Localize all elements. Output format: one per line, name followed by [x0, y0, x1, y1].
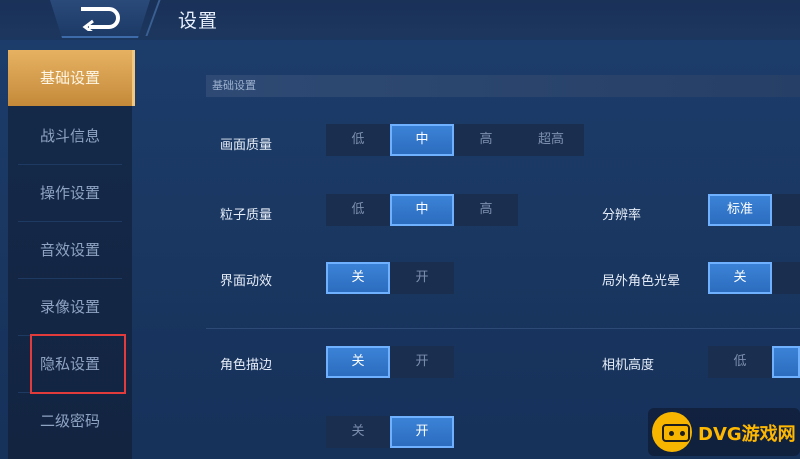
character-outline-on[interactable]: 开 — [390, 346, 454, 378]
sidebar-item-controls[interactable]: 操作设置 — [8, 165, 132, 221]
picture-quality-low[interactable]: 低 — [326, 124, 390, 156]
camera-height-selector: 低 — [708, 346, 800, 378]
ui-animation-off[interactable]: 关 — [326, 262, 390, 294]
ui-animation-toggle: 关 开 — [326, 262, 454, 294]
particle-quality-high[interactable]: 高 — [454, 194, 518, 226]
camera-height-label: 相机高度 — [602, 358, 655, 373]
resolution-next[interactable] — [772, 194, 800, 226]
sidebar-item-replay[interactable]: 录像设置 — [8, 279, 132, 335]
picture-quality-ultra[interactable]: 超高 — [518, 124, 584, 156]
particle-quality-label: 粒子质量 — [220, 208, 273, 223]
character-outline-toggle: 关 开 — [326, 346, 454, 378]
settings-panel: 基础设置 画面质量 低 中 高 超高 粒子质量 低 中 高 分辨率 标准 界面动… — [158, 40, 800, 459]
particle-quality-low[interactable]: 低 — [326, 194, 390, 226]
camera-height-low[interactable]: 低 — [708, 346, 772, 378]
sidebar-item-sound[interactable]: 音效设置 — [8, 222, 132, 278]
resolution-label: 分辨率 — [602, 208, 642, 223]
picture-quality-label: 画面质量 — [220, 138, 273, 153]
outfield-halo-on[interactable] — [772, 262, 800, 294]
ui-animation-label: 界面动效 — [220, 274, 273, 289]
camera-height-next[interactable] — [772, 346, 800, 378]
top-bar: 设置 — [0, 0, 800, 40]
row5-off[interactable]: 关 — [326, 416, 390, 448]
row5-toggle: 关 开 — [326, 416, 454, 448]
sidebar-item-battle-info[interactable]: 战斗信息 — [8, 108, 132, 164]
outfield-halo-toggle: 关 — [708, 262, 800, 294]
particle-quality-selector: 低 中 高 — [326, 194, 518, 226]
sidebar-item-secondary-password[interactable]: 二级密码 — [8, 393, 132, 449]
back-arrow-icon — [81, 7, 120, 31]
section-header: 基础设置 — [206, 75, 800, 97]
picture-quality-mid[interactable]: 中 — [390, 124, 454, 156]
gamepad-logo-icon — [652, 412, 692, 452]
character-outline-off[interactable]: 关 — [326, 346, 390, 378]
outfield-halo-off[interactable]: 关 — [708, 262, 772, 294]
watermark: DVG游戏网 — [648, 408, 800, 456]
privacy-highlight-box — [30, 334, 126, 394]
resolution-selector: 标准 — [708, 194, 800, 226]
page-title: 设置 — [178, 10, 219, 32]
sidebar-item-basic-settings[interactable]: 基础设置 — [8, 50, 135, 106]
ui-animation-on[interactable]: 开 — [390, 262, 454, 294]
particle-quality-mid[interactable]: 中 — [390, 194, 454, 226]
picture-quality-selector: 低 中 高 超高 — [326, 124, 584, 156]
resolution-standard[interactable]: 标准 — [708, 194, 772, 226]
row-divider — [206, 328, 800, 329]
outfield-halo-label: 局外角色光晕 — [602, 274, 681, 289]
row5-on[interactable]: 开 — [390, 416, 454, 448]
picture-quality-high[interactable]: 高 — [454, 124, 518, 156]
character-outline-label: 角色描边 — [220, 358, 273, 373]
watermark-text: DVG游戏网 — [698, 424, 796, 445]
back-button[interactable] — [50, 0, 150, 38]
sidebar: 基础设置 战斗信息 操作设置 音效设置 录像设置 隐私设置 二级密码 — [8, 50, 135, 459]
